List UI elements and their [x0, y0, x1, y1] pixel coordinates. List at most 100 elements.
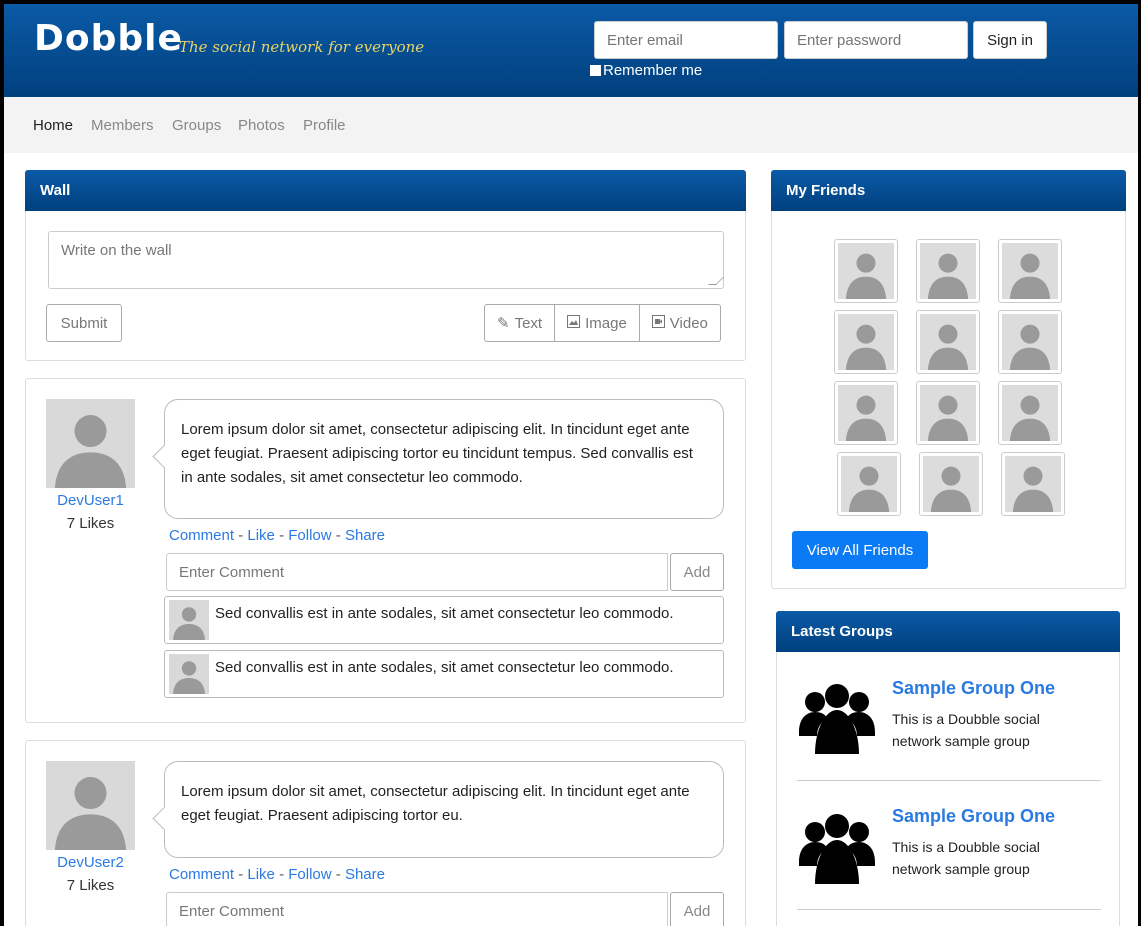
sign-in-button[interactable]: Sign in: [973, 21, 1047, 59]
divider: [797, 909, 1101, 910]
share-link[interactable]: Share: [345, 527, 385, 544]
resize-grip-icon[interactable]: [708, 277, 724, 285]
groups-panel: Latest Groups Sample Group One This is a…: [776, 611, 1120, 926]
group-description: This is a Doubble social network sample …: [892, 711, 1040, 749]
nav-profile[interactable]: Profile: [303, 117, 346, 134]
add-comment-button[interactable]: Add: [670, 553, 724, 591]
wall-textarea[interactable]: Write on the wall: [48, 231, 724, 289]
avatar: [920, 243, 976, 299]
friend-thumbnail[interactable]: [998, 381, 1062, 445]
avatar: [1002, 243, 1058, 299]
group-icon[interactable]: [797, 674, 877, 754]
comment-link[interactable]: Comment: [169, 866, 234, 883]
post-text: Lorem ipsum dolor sit amet, consectetur …: [164, 399, 724, 519]
comment-link[interactable]: Comment: [169, 527, 234, 544]
avatar: [923, 456, 979, 512]
remember-me-checkbox[interactable]: [590, 65, 601, 76]
avatar: [1002, 314, 1058, 370]
avatar[interactable]: [169, 654, 209, 694]
avatar[interactable]: [169, 600, 209, 640]
comment-text: Sed convallis est in ante sodales, sit a…: [215, 659, 674, 676]
add-comment-button[interactable]: Add: [670, 892, 724, 926]
video-post-label: Video: [669, 314, 708, 332]
list-item: Sed convallis est in ante sodales, sit a…: [164, 596, 724, 644]
comment-input-placeholder: Enter Comment: [179, 902, 285, 920]
friend-thumbnail[interactable]: [834, 239, 898, 303]
friend-thumbnail[interactable]: [916, 381, 980, 445]
avatar: [1005, 456, 1061, 512]
nav-photos[interactable]: Photos: [238, 117, 285, 134]
remember-me[interactable]: Remember me: [590, 62, 702, 79]
text-post-button[interactable]: ✎ Text: [485, 305, 556, 341]
group-name[interactable]: Sample Group One: [892, 806, 1055, 827]
avatar: [920, 314, 976, 370]
post-likes: 7 Likes: [66, 877, 115, 894]
friends-title: My Friends: [771, 170, 1126, 211]
share-link[interactable]: Share: [345, 866, 385, 883]
post-card: DevUser1 7 Likes Lorem ipsum dolor sit a…: [25, 378, 746, 723]
comment-input[interactable]: Enter Comment: [166, 553, 668, 591]
friend-thumbnail[interactable]: [916, 239, 980, 303]
image-icon: [567, 314, 581, 332]
comment-input-placeholder: Enter Comment: [179, 563, 285, 581]
wall-panel: Wall Write on the wall Submit ✎ Text Ima…: [25, 170, 746, 361]
like-link[interactable]: Like: [247, 527, 275, 544]
video-post-button[interactable]: Video: [640, 305, 720, 341]
wall-textarea-placeholder: Write on the wall: [61, 242, 172, 259]
nav-home[interactable]: Home: [33, 117, 73, 134]
remember-me-label: Remember me: [603, 62, 703, 79]
avatar: [838, 314, 894, 370]
groups-title: Latest Groups: [776, 611, 1120, 652]
avatar: [1002, 385, 1058, 441]
like-link[interactable]: Like: [247, 866, 275, 883]
friend-thumbnail[interactable]: [998, 310, 1062, 374]
password-input[interactable]: [784, 21, 968, 59]
comment-text: Sed convallis est in ante sodales, sit a…: [215, 605, 674, 622]
submit-button[interactable]: Submit: [46, 304, 122, 342]
avatar: [838, 385, 894, 441]
post-username[interactable]: DevUser2: [46, 854, 135, 871]
follow-link[interactable]: Follow: [288, 527, 331, 544]
avatar[interactable]: [46, 761, 135, 850]
friend-thumbnail[interactable]: [919, 452, 983, 516]
list-item: Sed convallis est in ante sodales, sit a…: [164, 650, 724, 698]
person-icon: [54, 777, 127, 850]
top-header: Dobble The social network for everyone S…: [4, 4, 1138, 97]
tagline: The social network for everyone: [179, 38, 425, 56]
pencil-icon: ✎: [497, 315, 510, 332]
person-icon: [54, 415, 127, 488]
avatar: [841, 456, 897, 512]
friend-thumbnail[interactable]: [916, 310, 980, 374]
video-icon: [651, 314, 665, 332]
friend-thumbnail[interactable]: [834, 381, 898, 445]
comment-input[interactable]: Enter Comment: [166, 892, 668, 926]
friend-thumbnail[interactable]: [837, 452, 901, 516]
follow-link[interactable]: Follow: [288, 866, 331, 883]
post-likes: 7 Likes: [66, 515, 115, 532]
text-post-label: Text: [514, 314, 543, 332]
avatar: [838, 243, 894, 299]
email-input[interactable]: [594, 21, 778, 59]
post-username[interactable]: DevUser1: [46, 492, 135, 509]
page-frame: Dobble The social network for everyone S…: [0, 0, 1141, 926]
nav-members[interactable]: Members: [91, 117, 154, 134]
group-icon[interactable]: [797, 804, 877, 884]
logo[interactable]: Dobble: [34, 18, 183, 59]
avatar[interactable]: [46, 399, 135, 488]
nav-groups[interactable]: Groups: [172, 117, 221, 134]
image-post-button[interactable]: Image: [555, 305, 640, 341]
friends-panel: My Friends View All Friends: [771, 170, 1126, 589]
friend-thumbnail[interactable]: [998, 239, 1062, 303]
person-icon: [173, 607, 205, 640]
friend-thumbnail[interactable]: [1001, 452, 1065, 516]
friend-thumbnail[interactable]: [834, 310, 898, 374]
group-name[interactable]: Sample Group One: [892, 678, 1055, 699]
post-card: DevUser2 7 Likes Lorem ipsum dolor sit a…: [25, 740, 746, 926]
post-actions: Comment - Like - Follow - Share: [169, 866, 385, 883]
post-actions: Comment - Like - Follow - Share: [169, 527, 385, 544]
divider: [797, 780, 1101, 781]
post-text: Lorem ipsum dolor sit amet, consectetur …: [164, 761, 724, 858]
view-all-friends-button[interactable]: View All Friends: [792, 531, 928, 569]
wall-title: Wall: [25, 170, 746, 211]
group-description: This is a Doubble social network sample …: [892, 839, 1040, 877]
